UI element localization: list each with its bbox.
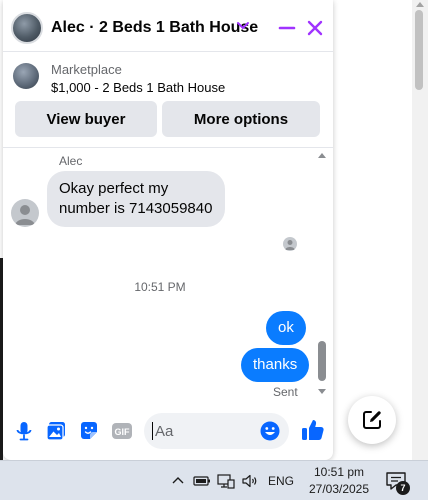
outgoing-message-bubble[interactable]: ok — [266, 311, 306, 345]
minimize-icon[interactable] — [276, 17, 298, 39]
listing-title[interactable]: $1,000 - 2 Beds 1 Bath House — [51, 80, 225, 95]
language-indicator[interactable]: ENG — [268, 474, 294, 488]
volume-icon[interactable] — [240, 471, 260, 491]
network-icon[interactable] — [216, 471, 236, 491]
sender-name: Alec — [59, 154, 83, 168]
battery-icon[interactable] — [192, 471, 212, 491]
message-status: Sent — [273, 385, 298, 399]
close-icon[interactable] — [304, 17, 326, 39]
default-avatar-icon — [15, 205, 35, 225]
new-message-button[interactable] — [348, 396, 396, 444]
listing-source: Marketplace — [51, 62, 122, 77]
compose-icon — [363, 411, 381, 429]
incoming-message-bubble[interactable]: Okay perfect my number is 7143059840 — [47, 171, 225, 227]
message-timestamp: 10:51 PM — [134, 280, 186, 294]
clock-date[interactable]: 27/03/2025 — [303, 482, 375, 496]
chat-header: Alec · 2 Beds 1 Bath House — [3, 0, 333, 52]
windows-taskbar: ENG 10:51 pm 27/03/2025 7 — [0, 460, 428, 500]
svg-text:GIF: GIF — [115, 427, 131, 437]
view-buyer-button[interactable]: View buyer — [15, 101, 157, 137]
sticker-icon[interactable] — [78, 420, 100, 442]
sender-avatar[interactable] — [11, 199, 39, 227]
outgoing-message-bubble[interactable]: thanks — [241, 348, 310, 382]
notification-count-badge: 7 — [396, 481, 410, 495]
message-composer: GIF — [3, 400, 333, 460]
read-receipt-avatar — [283, 237, 297, 251]
gallery-icon[interactable] — [45, 420, 67, 442]
chat-window: Alec · 2 Beds 1 Bath House Marketplace $… — [3, 0, 333, 460]
gif-icon[interactable]: GIF — [111, 420, 133, 442]
thumbs-up-icon[interactable] — [300, 417, 326, 443]
page-scrollbar-thumb[interactable] — [415, 10, 423, 90]
chevron-up-icon[interactable] — [168, 471, 188, 491]
chevron-down-icon[interactable] — [235, 17, 251, 33]
microphone-icon[interactable] — [13, 420, 35, 442]
default-avatar-icon — [285, 240, 295, 250]
clock-time[interactable]: 10:51 pm — [310, 465, 368, 479]
more-options-button[interactable]: More options — [162, 101, 320, 137]
chat-title[interactable]: Alec · 2 Beds 1 Bath House — [51, 19, 258, 37]
thread-scrollbar-thumb[interactable] — [318, 341, 326, 381]
listing-thumbnail[interactable] — [13, 63, 39, 89]
thread-scroll-up-arrow[interactable] — [318, 153, 326, 158]
message-thread[interactable]: Alec Okay perfect my number is 714305984… — [3, 149, 333, 399]
thread-scroll-down-arrow[interactable] — [318, 389, 326, 394]
marketplace-listing: Marketplace $1,000 - 2 Beds 1 Bath House… — [3, 53, 333, 148]
emoji-icon[interactable] — [259, 420, 281, 442]
message-input-wrapper[interactable] — [144, 413, 289, 449]
contact-avatar[interactable] — [11, 12, 43, 44]
page-scroll-up-arrow[interactable] — [416, 2, 424, 7]
message-input[interactable] — [152, 422, 252, 440]
